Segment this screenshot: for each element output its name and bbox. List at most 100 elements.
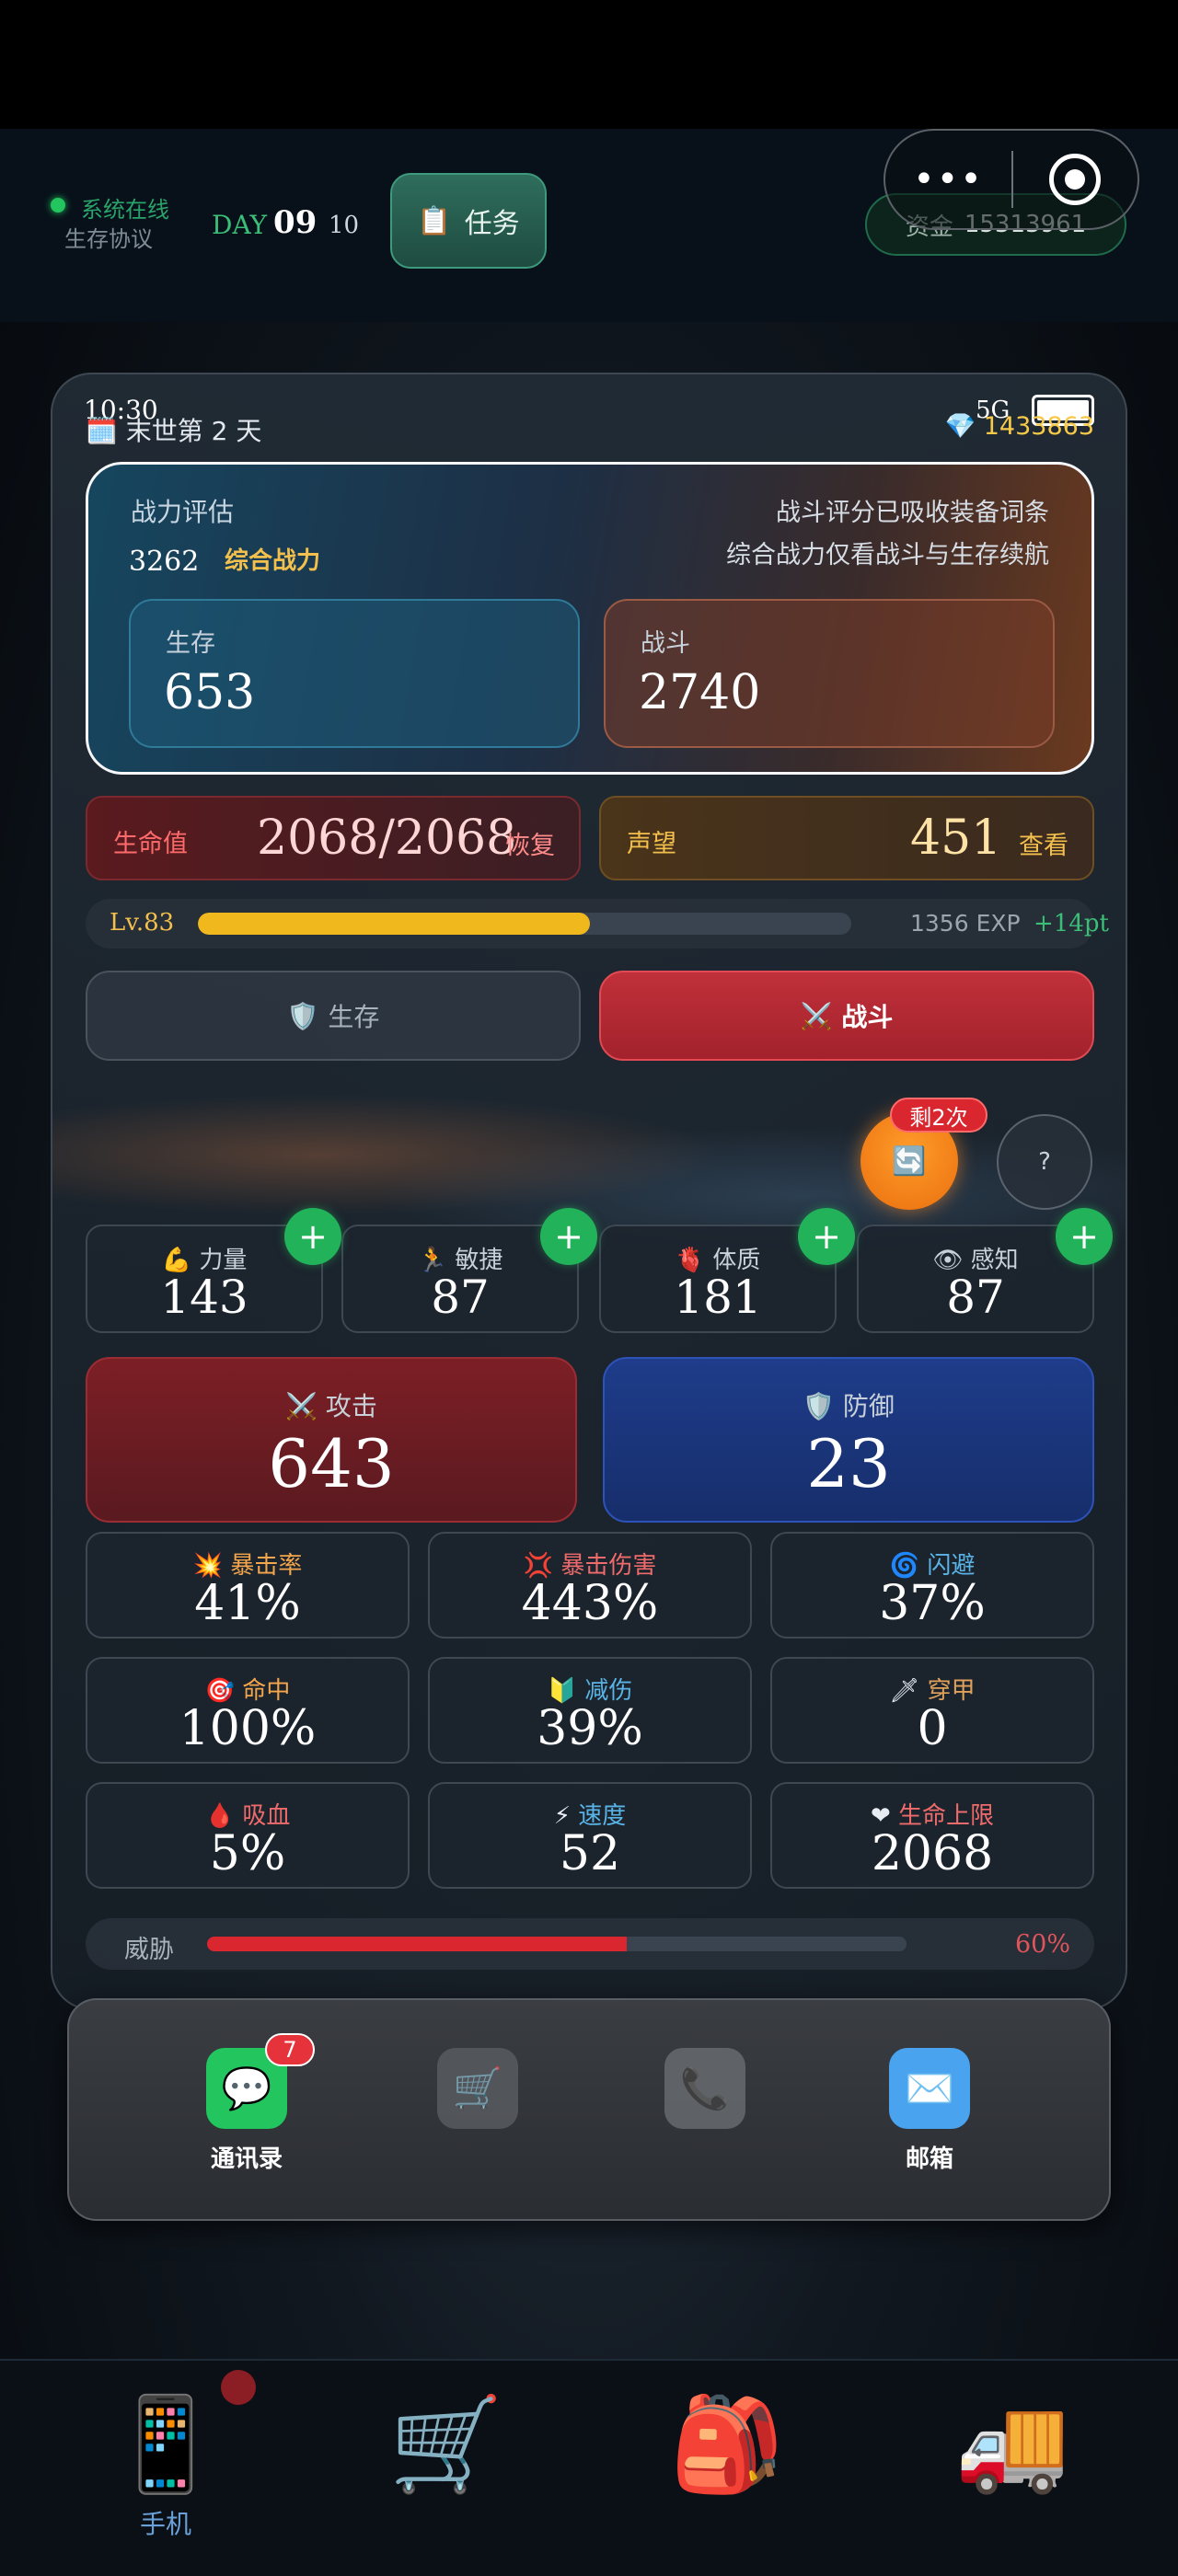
hp-value: 2068/2068 bbox=[257, 811, 517, 866]
stat-card: 💢 暴击伤害 443% bbox=[428, 1532, 752, 1639]
reputation-label: 声望 bbox=[627, 830, 676, 858]
mail-label: 邮箱 bbox=[905, 2145, 953, 2173]
power-score-label: 综合战力 bbox=[225, 547, 321, 575]
top-black-bar bbox=[0, 0, 1178, 129]
attack-value: 643 bbox=[268, 1425, 395, 1502]
backpack-icon: 🎒 bbox=[669, 2390, 785, 2498]
attack-card: ⚔️ 攻击 643 bbox=[86, 1357, 577, 1523]
calendar-icon: 🗓️ bbox=[86, 416, 118, 446]
add-constitution-button[interactable]: + bbox=[798, 1208, 855, 1265]
survival-protocol-text: 生存协议 bbox=[64, 226, 153, 252]
level-label: Lv.83 bbox=[110, 909, 175, 937]
dock-mail[interactable]: ✉️ 邮箱 bbox=[856, 2048, 1003, 2174]
end-day-counter: 🗓️ 末世第 2 天 bbox=[86, 411, 261, 448]
stat-card: 🎯 命中 100% bbox=[86, 1657, 410, 1764]
reputation-card: 声望 451 查看 bbox=[599, 796, 1094, 880]
tab-backpack[interactable]: 🎒 bbox=[644, 2385, 810, 2504]
stat-value: 39% bbox=[537, 1701, 643, 1756]
more-options-icon[interactable]: ••• bbox=[885, 161, 1011, 198]
survive-mode-tab[interactable]: 🛡️ 生存 bbox=[86, 971, 581, 1061]
add-perception-button[interactable]: + bbox=[1056, 1208, 1113, 1265]
stat-value: 443% bbox=[521, 1576, 659, 1631]
shopping-cart-icon: 🛒 bbox=[437, 2048, 518, 2129]
help-button[interactable]: ? bbox=[997, 1114, 1092, 1210]
app-root: 系统在线 生存协议 DAY 09 10 📋 任务 资金 15313961 •••… bbox=[0, 0, 1178, 2576]
attack-label: ⚔️ 攻击 bbox=[285, 1391, 377, 1421]
stat-value: 37% bbox=[879, 1576, 986, 1631]
reputation-value: 451 bbox=[910, 811, 1002, 866]
dock-phone[interactable]: 📞 bbox=[631, 2048, 779, 2129]
power-score: 3262 bbox=[129, 546, 200, 578]
clipboard-icon: 📋 bbox=[417, 204, 452, 237]
survive-power-value: 653 bbox=[164, 665, 256, 720]
survive-power-card: 生存 653 bbox=[129, 599, 580, 748]
threat-progress-fill bbox=[207, 1937, 627, 1951]
mobile-phone-icon: 📱 bbox=[108, 2390, 224, 2498]
task-button[interactable]: 📋 任务 bbox=[390, 173, 547, 269]
level-progress-track bbox=[198, 913, 851, 935]
tab-shop[interactable]: 🛒 bbox=[364, 2385, 529, 2504]
threat-progress-track bbox=[207, 1937, 907, 1951]
stat-value: 100% bbox=[179, 1701, 317, 1756]
crossed-swords-icon: ⚔️ bbox=[800, 1000, 833, 1031]
close-target-icon[interactable] bbox=[1013, 154, 1138, 205]
envelope-icon: ✉️ bbox=[889, 2048, 970, 2129]
threat-label: 威胁 bbox=[124, 1936, 174, 1964]
gem-value: 1433863 bbox=[983, 412, 1094, 441]
attribute-value: 143 bbox=[160, 1271, 248, 1324]
stat-value: 0 bbox=[917, 1701, 948, 1756]
crossed-swords-icon: ⚔️ bbox=[285, 1391, 318, 1421]
stat-card: 🔰 减伤 39% bbox=[428, 1657, 752, 1764]
reputation-view-button[interactable]: 查看 bbox=[1019, 825, 1068, 861]
tab-phone-label: 手机 bbox=[139, 2509, 191, 2539]
battle-mode-label: 战斗 bbox=[841, 1002, 894, 1032]
power-note-2: 综合战力仅看战斗与生存续航 bbox=[726, 541, 1049, 569]
task-button-label: 任务 bbox=[464, 208, 520, 240]
power-assessment-card: 战力评估 3262 综合战力 战斗评分已吸收装备词条 综合战力仅看战斗与生存续航… bbox=[86, 462, 1094, 775]
phone-screen: 10:30 5G 🗓️ 末世第 2 天 💎 1433863 战力评估 3262 … bbox=[51, 373, 1127, 2010]
stat-card: ⚡ 速度 52 bbox=[428, 1782, 752, 1889]
power-title: 战力评估 bbox=[131, 497, 235, 527]
defense-value: 23 bbox=[806, 1425, 891, 1502]
stat-value: 5% bbox=[209, 1826, 286, 1881]
threat-bar: 威胁 60% bbox=[86, 1918, 1094, 1970]
day-sub-number: 10 bbox=[329, 212, 360, 239]
battle-mode-tab[interactable]: ⚔️ 战斗 bbox=[599, 971, 1094, 1061]
battle-power-card: 战斗 2740 bbox=[604, 599, 1055, 748]
threat-value: 60% bbox=[1014, 1930, 1070, 1959]
gem-counter: 💎 1433863 bbox=[945, 411, 1094, 441]
online-indicator-icon bbox=[51, 198, 65, 213]
stat-value: 52 bbox=[559, 1826, 621, 1881]
attribute-points: +14pt bbox=[1034, 910, 1109, 937]
survive-mode-label: 生存 bbox=[328, 1002, 380, 1032]
add-strength-button[interactable]: + bbox=[284, 1208, 341, 1265]
defense-card: 🛡️ 防御 23 bbox=[603, 1357, 1094, 1523]
phone-handset-icon: 📞 bbox=[664, 2048, 745, 2129]
defense-label: 🛡️ 防御 bbox=[803, 1391, 895, 1421]
tab-phone[interactable]: 📱 手机 bbox=[83, 2385, 248, 2541]
tab-truck[interactable]: 🚚 bbox=[930, 2385, 1095, 2504]
stat-card: 💥 暴击率 41% bbox=[86, 1532, 410, 1639]
dock-contacts[interactable]: 💬 7 通讯录 bbox=[173, 2033, 320, 2174]
add-agility-button[interactable]: + bbox=[540, 1208, 597, 1265]
contacts-label: 通讯录 bbox=[210, 2145, 283, 2173]
hp-restore-button[interactable]: 恢复 bbox=[505, 825, 555, 861]
stat-card: 🗡 穿甲 0 bbox=[770, 1657, 1094, 1764]
hp-label: 生命值 bbox=[113, 830, 188, 858]
system-online-text: 系统在线 bbox=[81, 197, 169, 223]
diamond-icon: 💎 bbox=[944, 412, 976, 441]
hp-card: 生命值 2068/2068 恢复 bbox=[86, 796, 581, 880]
truck-icon: 🚚 bbox=[954, 2390, 1070, 2498]
dock-shop[interactable]: 🛒 bbox=[404, 2048, 551, 2129]
refresh-icon: 🔄 bbox=[892, 1144, 927, 1178]
level-bar: Lv.83 1356 EXP +14pt bbox=[86, 899, 1109, 949]
attribute-value: 87 bbox=[431, 1271, 490, 1324]
attribute-value: 87 bbox=[946, 1271, 1005, 1324]
power-note-1: 战斗评分已吸收装备词条 bbox=[776, 499, 1049, 527]
exp-value: 1356 EXP bbox=[910, 910, 1021, 937]
app-dock: 💬 7 通讯录 🛒 📞 ✉️ 邮箱 bbox=[67, 1998, 1111, 2221]
miniprogram-capsule: ••• bbox=[884, 129, 1139, 230]
day-number: 09 bbox=[273, 204, 318, 241]
survive-power-label: 生存 bbox=[166, 629, 215, 658]
stat-card: 🌀 闪避 37% bbox=[770, 1532, 1094, 1639]
